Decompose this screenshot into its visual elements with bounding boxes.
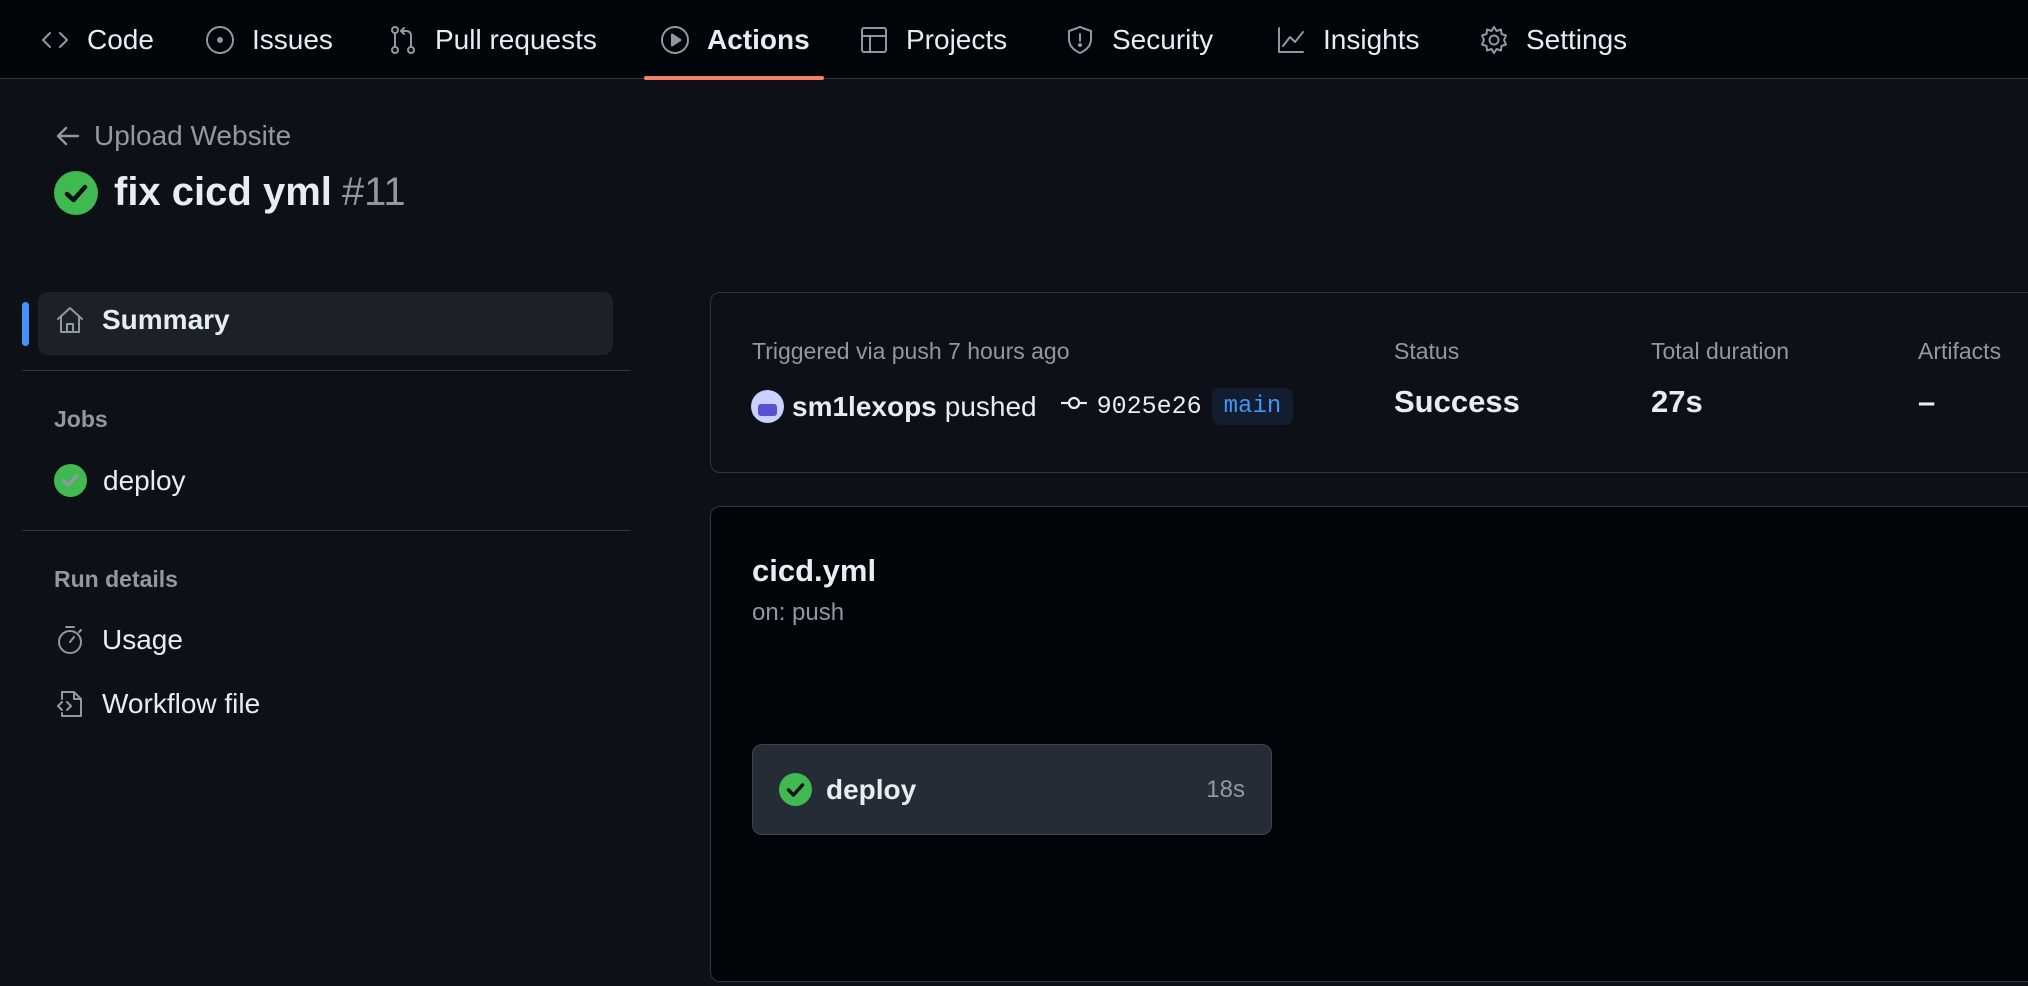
tab-insights-label: Insights bbox=[1323, 23, 1420, 55]
status-label: Status bbox=[1394, 338, 1460, 364]
commit-sha-link[interactable]: 9025e26 bbox=[1097, 392, 1202, 421]
page-title: fix cicd yml #11 bbox=[54, 170, 406, 215]
run-number: #11 bbox=[341, 170, 406, 214]
action-text: pushed bbox=[944, 390, 1037, 422]
tab-projects[interactable]: Projects bbox=[857, 0, 1007, 79]
tab-code-label: Code bbox=[87, 23, 154, 55]
workflow-trigger: on: push bbox=[752, 599, 845, 626]
run-title: fix cicd yml bbox=[114, 170, 332, 214]
branch-badge[interactable]: main bbox=[1211, 388, 1294, 425]
check-circle-fill-icon bbox=[54, 170, 98, 215]
sidebar-summary-label: Summary bbox=[102, 304, 230, 335]
repo-nav: Code Issues Pull requests Actions Projec… bbox=[0, 0, 2028, 80]
sidebar-summary-row[interactable]: Summary bbox=[54, 304, 230, 336]
workflow-file-name: cicd.yml bbox=[752, 553, 877, 588]
git-pull-request-icon bbox=[386, 23, 420, 57]
table-icon bbox=[857, 23, 891, 57]
tab-insights[interactable]: Insights bbox=[1274, 0, 1420, 79]
git-commit-icon bbox=[1059, 388, 1089, 425]
actor-link[interactable]: sm1lexops bbox=[792, 391, 937, 423]
arrow-left-icon bbox=[56, 126, 80, 146]
check-circle-fill-icon bbox=[779, 773, 812, 806]
push-info: sm1lexops pushed 9025e26 main bbox=[751, 388, 1294, 425]
play-icon bbox=[658, 23, 692, 57]
issue-opened-icon bbox=[203, 23, 237, 57]
tab-code[interactable]: Code bbox=[38, 0, 154, 79]
code-icon bbox=[38, 23, 72, 57]
trigger-text: Triggered via push 7 hours ago bbox=[752, 338, 1070, 364]
sidebar-job-label: deploy bbox=[103, 464, 186, 496]
sidebar-item-workflow-file[interactable]: Workflow file bbox=[54, 688, 260, 720]
active-indicator bbox=[22, 302, 29, 346]
tab-settings-label: Settings bbox=[1526, 23, 1628, 55]
back-link-label: Upload Website bbox=[94, 120, 292, 151]
run-summary-panel bbox=[710, 292, 2028, 473]
file-code-icon bbox=[57, 691, 82, 717]
back-to-workflow-link[interactable]: Upload Website bbox=[54, 120, 291, 152]
tab-pull-requests-label: Pull requests bbox=[435, 23, 597, 55]
stopwatch-icon bbox=[58, 626, 82, 654]
status-value: Success bbox=[1394, 384, 1520, 419]
sidebar-divider bbox=[22, 370, 630, 371]
duration-label: Total duration bbox=[1651, 338, 1790, 364]
tab-issues[interactable]: Issues bbox=[203, 0, 333, 79]
check-circle-fill-icon bbox=[54, 464, 87, 497]
tab-security-label: Security bbox=[1112, 23, 1214, 55]
tab-pull-requests[interactable]: Pull requests bbox=[386, 0, 597, 79]
tab-projects-label: Projects bbox=[906, 23, 1008, 55]
sidebar-item-deploy[interactable]: deploy bbox=[54, 464, 186, 497]
duration-value: 27s bbox=[1651, 384, 1703, 419]
artifacts-value: – bbox=[1918, 384, 1936, 419]
job-card-deploy[interactable]: deploy 18s bbox=[752, 744, 1272, 835]
graph-icon bbox=[1274, 23, 1308, 57]
tab-issues-label: Issues bbox=[252, 23, 333, 55]
home-icon bbox=[57, 307, 83, 333]
artifacts-label: Artifacts bbox=[1918, 338, 2002, 364]
tab-settings[interactable]: Settings bbox=[1477, 0, 1627, 79]
sidebar-divider bbox=[22, 530, 630, 531]
gear-icon bbox=[1477, 23, 1511, 57]
tab-security[interactable]: Security bbox=[1063, 0, 1213, 79]
tab-actions-label: Actions bbox=[707, 23, 810, 55]
sidebar-item-usage[interactable]: Usage bbox=[54, 624, 183, 656]
jobs-heading: Jobs bbox=[54, 406, 108, 432]
job-name: deploy bbox=[826, 773, 917, 805]
run-details-heading: Run details bbox=[54, 566, 178, 592]
usage-label: Usage bbox=[102, 624, 183, 655]
workflow-file-label: Workflow file bbox=[102, 688, 261, 719]
tab-actions[interactable]: Actions bbox=[644, 0, 824, 80]
shield-icon bbox=[1063, 23, 1097, 57]
job-duration: 18s bbox=[1206, 775, 1245, 803]
avatar[interactable] bbox=[751, 390, 784, 423]
